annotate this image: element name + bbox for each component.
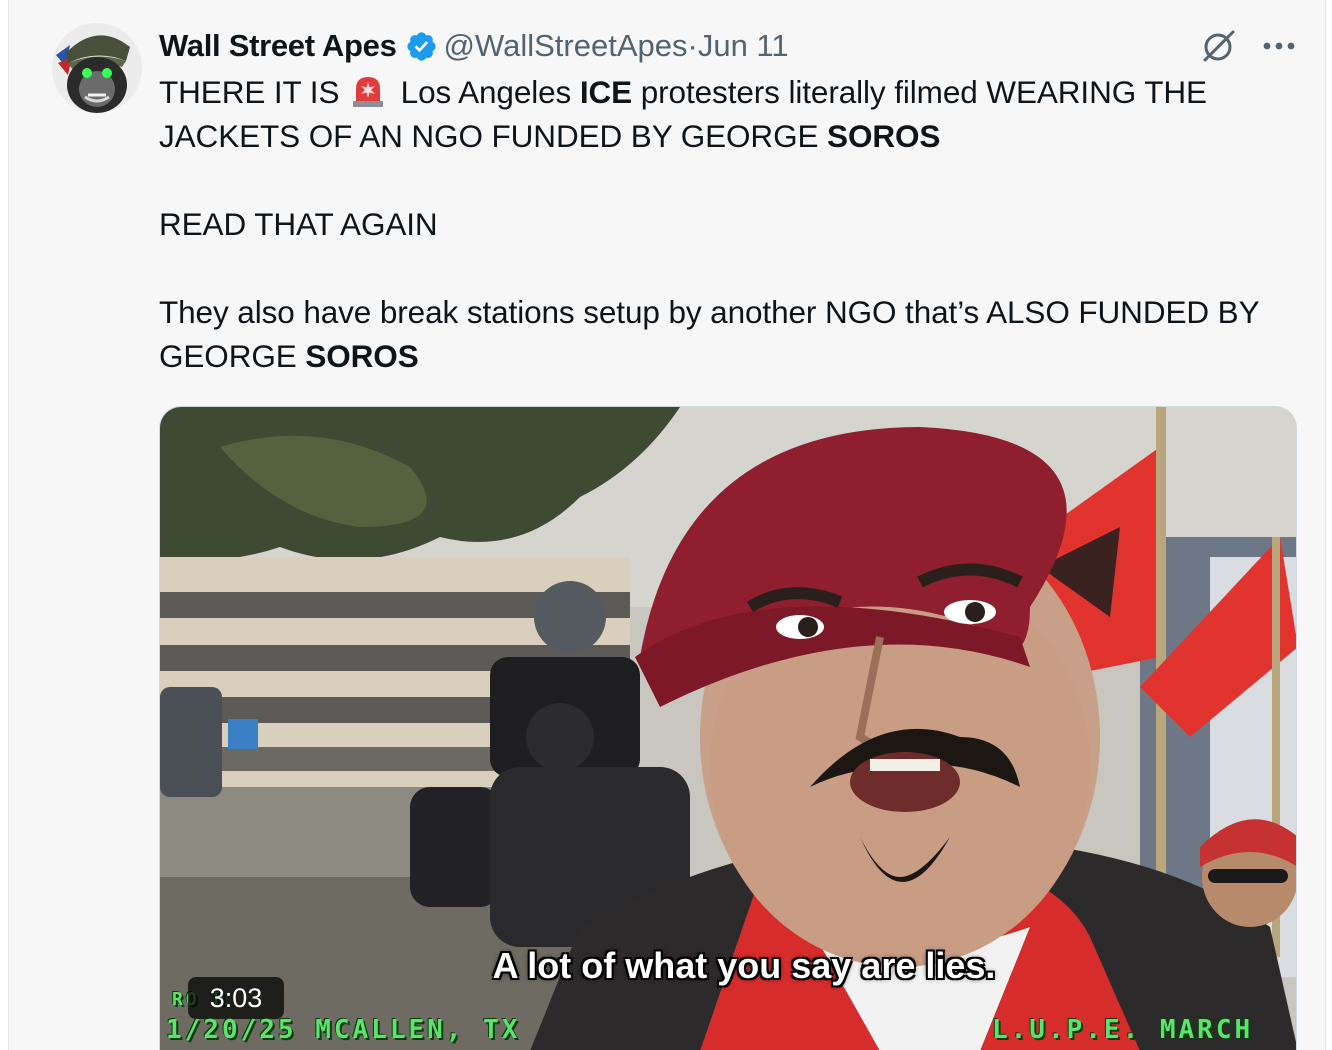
text-ice-bold: ICE <box>579 74 633 110</box>
tweet-text: THERE IT IS Los Angeles ICE protesters l… <box>159 70 1309 378</box>
text-soros-bold-2: SOROS <box>305 338 419 374</box>
video-subtitle: A lot of what you say are lies. <box>492 945 996 986</box>
gorilla-avatar-icon <box>52 23 142 113</box>
tweet-date[interactable]: Jun 11 <box>698 28 789 64</box>
tweet-card[interactable]: Wall Street Apes @WallStreetApes · Jun 1… <box>8 0 1326 1050</box>
tweet-paragraph-2: READ THAT AGAIN <box>159 206 438 242</box>
author-name[interactable]: Wall Street Apes <box>159 28 397 64</box>
text-soros-bold-1: SOROS <box>827 118 941 154</box>
meta-separator: · <box>687 28 698 63</box>
video-player[interactable]: RO H A lot of what you say are lies. 3:0… <box>159 406 1297 1050</box>
verified-badge-icon <box>405 30 438 63</box>
tweet-paragraph-3: They also have break stations setup by a… <box>159 290 1309 378</box>
video-overlay-event: L.U.P.E. MARCH <box>992 1015 1254 1045</box>
grok-icon[interactable] <box>1199 26 1239 66</box>
text-los-angeles: Los Angeles <box>400 74 572 110</box>
text-there-it-is: THERE IT IS <box>159 74 340 110</box>
more-options-icon[interactable] <box>1259 28 1299 64</box>
police-siren-emoji <box>350 73 386 109</box>
author-handle[interactable]: @WallStreetApes <box>444 28 688 64</box>
tweet-paragraph-1: THERE IT IS Los Angeles ICE protesters l… <box>159 70 1309 158</box>
tweet-header: Wall Street Apes @WallStreetApes · Jun 1… <box>159 24 789 68</box>
author-avatar[interactable] <box>52 23 142 113</box>
video-duration-badge: 3:03 <box>188 977 284 1019</box>
video-overlay-date-location: 1/20/25 MCALLEN, TX <box>166 1015 521 1045</box>
